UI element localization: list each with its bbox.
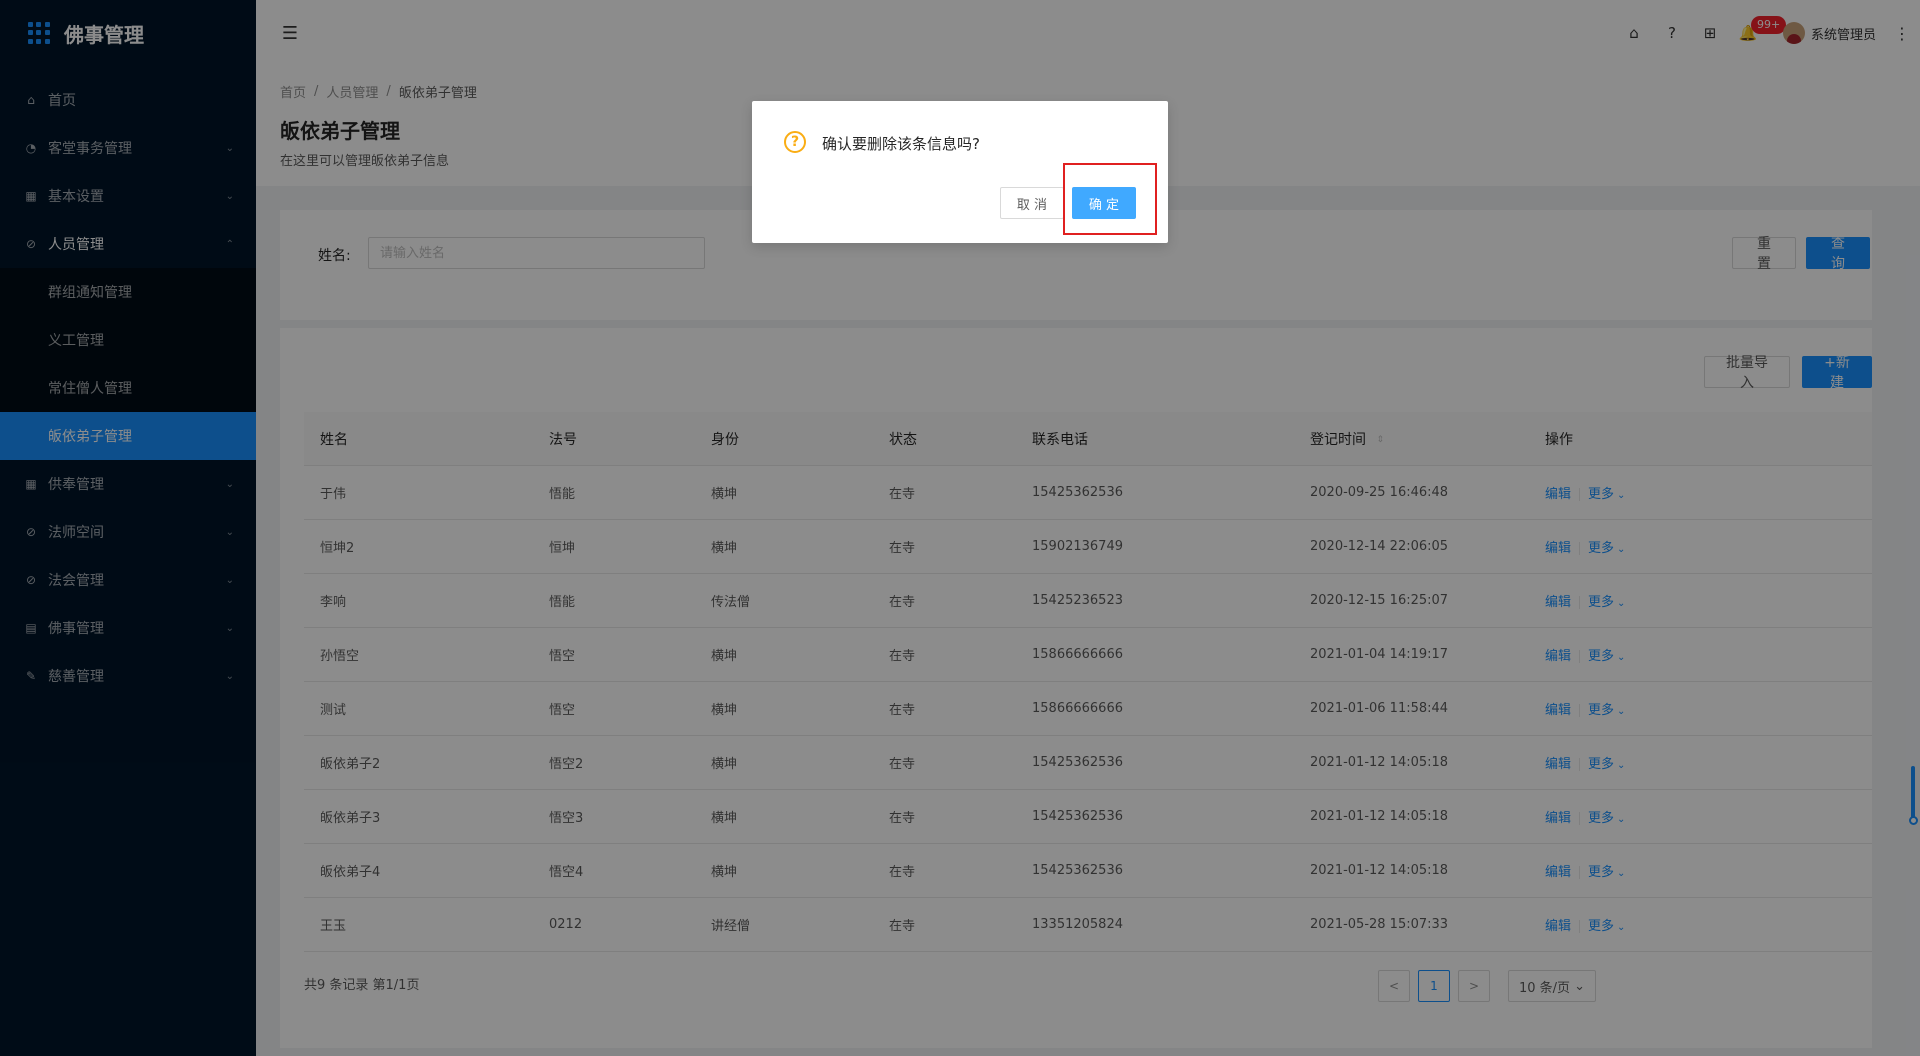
question-circle-icon: ? — [784, 131, 806, 153]
confirm-message: 确认要删除该条信息吗? — [822, 135, 980, 153]
highlight-box — [1063, 163, 1157, 235]
cancel-button[interactable]: 取 消 — [1000, 187, 1064, 219]
